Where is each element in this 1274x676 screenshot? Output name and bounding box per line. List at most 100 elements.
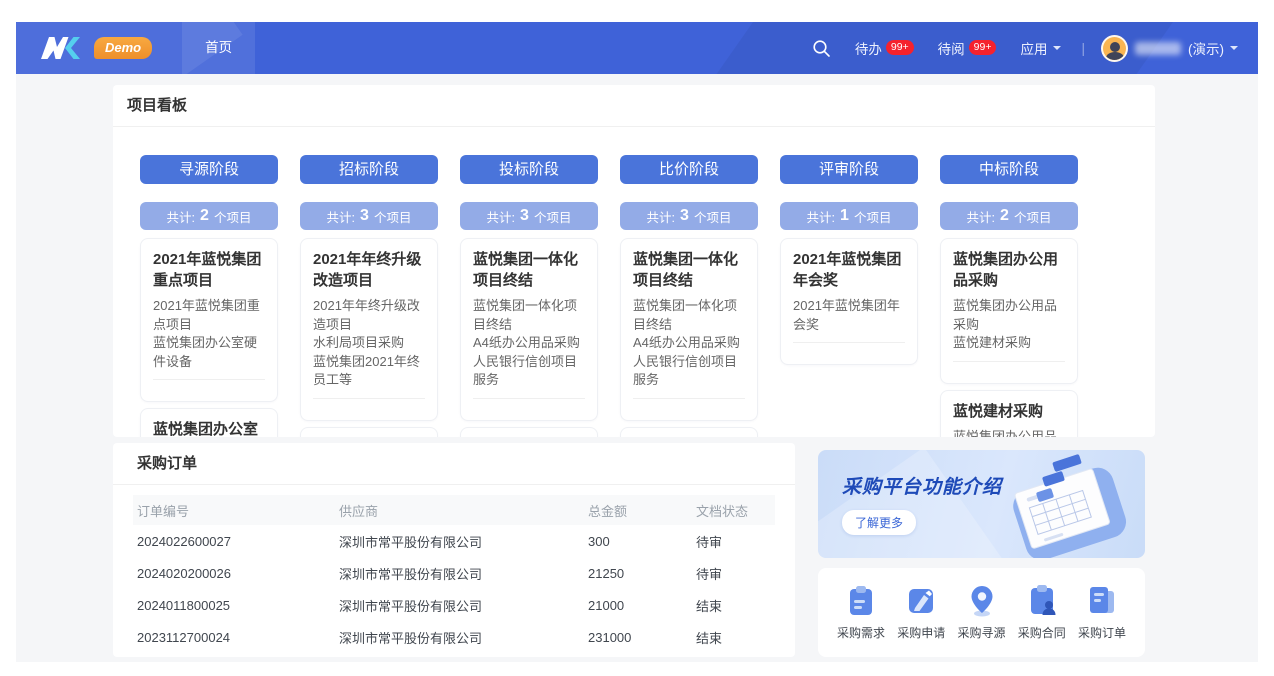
- stage-button[interactable]: 投标阶段: [460, 155, 598, 184]
- project-card-title: 蓝悦集团一体化项目终结: [473, 249, 585, 291]
- project-card[interactable]: 水利局项目采购: [300, 427, 438, 438]
- project-card[interactable]: 蓝悦集团一体化项目终结 蓝悦集团一体化项目终结 A4纸办公用品采购 人民银行信创…: [620, 238, 758, 421]
- project-card-title: 蓝悦集团办公室硬件设备: [153, 419, 265, 437]
- contract-person-icon: [1024, 583, 1060, 619]
- project-card[interactable]: 2021年年终升级改造项目 2021年年终升级改造项目 水利局项目采购 蓝悦集团…: [300, 238, 438, 421]
- stage-count: 共计:3个项目: [460, 202, 598, 230]
- stage-button[interactable]: 中标阶段: [940, 155, 1078, 184]
- nav-divider: |: [1081, 41, 1085, 56]
- project-board-panel: 项目看板 寻源阶段 共计:2个项目 2021年蓝悦集团重点项目 2021年蓝悦集…: [113, 85, 1155, 437]
- project-card-desc: 蓝悦集团办公用品采购: [953, 428, 1065, 438]
- kanban-column-price-compare: 比价阶段 共计:3个项目 蓝悦集团一体化项目终结 蓝悦集团一体化项目终结 A4纸…: [620, 127, 758, 437]
- order-status: 结束: [696, 628, 775, 647]
- tab-home[interactable]: 首页: [182, 22, 255, 74]
- project-card[interactable]: 蓝悦集团办公室硬件设备: [140, 408, 278, 437]
- stage-button[interactable]: 招标阶段: [300, 155, 438, 184]
- edit-square-icon: [903, 583, 939, 619]
- quick-link-contract[interactable]: 采购合同: [1013, 583, 1071, 641]
- project-card-desc: 蓝悦集团一体化项目终结 A4纸办公用品采购 人民银行信创项目服务: [633, 297, 745, 390]
- project-card[interactable]: 蓝悦建材采购 蓝悦集团办公用品采购: [940, 390, 1078, 438]
- quick-link-demand[interactable]: 采购需求: [832, 583, 890, 641]
- card-list: 2021年年终升级改造项目 2021年年终升级改造项目 水利局项目采购 蓝悦集团…: [300, 238, 438, 437]
- project-card[interactable]: 2021年蓝悦集团年会奖 2021年蓝悦集团年会奖: [780, 238, 918, 365]
- orders-table: 订单编号 供应商 总金额 文档状态 2024022600027 深圳市常平股份有…: [113, 485, 795, 653]
- project-card[interactable]: 蓝悦集团一体化项目终结 蓝悦集团一体化项目终结 A4纸办公用品采购 人民银行信创…: [460, 238, 598, 421]
- purchase-orders-panel: 采购订单 订单编号 供应商 总金额 文档状态 2024022600027 深圳市…: [113, 443, 795, 657]
- card-list: 蓝悦集团一体化项目终结 蓝悦集团一体化项目终结 A4纸办公用品采购 人民银行信创…: [460, 238, 598, 437]
- toread-menu-item[interactable]: 待阅 99+: [938, 38, 997, 58]
- order-amount: 300: [588, 534, 696, 549]
- quick-link-label: 采购申请: [897, 624, 945, 641]
- location-pin-icon: [964, 583, 1000, 619]
- apps-label: 应用: [1020, 38, 1047, 58]
- card-list: 2021年蓝悦集团年会奖 2021年蓝悦集团年会奖: [780, 238, 918, 365]
- learn-more-button[interactable]: 了解更多: [842, 510, 916, 535]
- apps-menu-item[interactable]: 应用: [1020, 38, 1061, 58]
- project-card[interactable]: A4纸办公用品采购: [620, 427, 758, 438]
- quick-link-label: 采购寻源: [957, 624, 1005, 641]
- toread-label: 待阅: [938, 38, 965, 58]
- stage-count: 共计:2个项目: [140, 202, 278, 230]
- order-amount: 231000: [588, 630, 696, 645]
- col-header-order-no: 订单编号: [137, 501, 339, 520]
- kanban-column-bid-submit: 投标阶段 共计:3个项目 蓝悦集团一体化项目终结 蓝悦集团一体化项目终结 A4纸…: [460, 127, 598, 437]
- todo-menu-item[interactable]: 待办 99+: [855, 38, 914, 58]
- todo-label: 待办: [855, 38, 882, 58]
- card-divider: [473, 398, 585, 410]
- project-card[interactable]: 2021年蓝悦集团重点项目 2021年蓝悦集团重点项目 蓝悦集团办公室硬件设备: [140, 238, 278, 402]
- mk-logo-icon: [40, 35, 86, 61]
- tablet-illustration-icon: [991, 452, 1141, 558]
- stage-count: 共计:3个项目: [300, 202, 438, 230]
- todo-count-badge: 99+: [886, 40, 914, 55]
- card-list: 蓝悦集团办公用品采购 蓝悦集团办公用品采购 蓝悦建材采购 蓝悦建材采购 蓝悦集团…: [940, 238, 1078, 437]
- order-no: 2023112700024: [137, 630, 339, 645]
- card-divider: [153, 379, 265, 391]
- avatar: [1101, 35, 1128, 62]
- chevron-down-icon: [1230, 46, 1238, 54]
- project-card-desc: 2021年年终升级改造项目 水利局项目采购 蓝悦集团2021年终员工等: [313, 297, 425, 390]
- project-card-title: 2021年蓝悦集团年会奖: [793, 249, 905, 291]
- project-card-title: 2021年年终升级改造项目: [313, 249, 425, 291]
- table-row[interactable]: 2024022600027 深圳市常平股份有限公司 300 待审: [133, 525, 775, 557]
- card-list: 2021年蓝悦集团重点项目 2021年蓝悦集团重点项目 蓝悦集团办公室硬件设备 …: [140, 238, 278, 437]
- project-card[interactable]: 蓝悦集团办公用品采购 蓝悦集团办公用品采购 蓝悦建材采购: [940, 238, 1078, 384]
- order-status: 待审: [696, 564, 775, 583]
- stage-button[interactable]: 寻源阶段: [140, 155, 278, 184]
- project-card[interactable]: A4纸办公用品采购: [460, 427, 598, 438]
- kanban-column-review: 评审阶段 共计:1个项目 2021年蓝悦集团年会奖 2021年蓝悦集团年会奖: [780, 127, 918, 437]
- quick-link-order[interactable]: 采购订单: [1073, 583, 1131, 641]
- project-board-title: 项目看板: [113, 85, 1155, 127]
- project-card-desc: 2021年蓝悦集团年会奖: [793, 297, 905, 334]
- user-menu[interactable]: (演示): [1101, 35, 1238, 62]
- orders-table-body: 2024022600027 深圳市常平股份有限公司 300 待审 2024020…: [133, 525, 775, 653]
- stage-button[interactable]: 比价阶段: [620, 155, 758, 184]
- order-amount: 21000: [588, 598, 696, 613]
- table-row[interactable]: 2023112700024 深圳市常平股份有限公司 231000 结束: [133, 621, 775, 653]
- quick-link-label: 采购合同: [1018, 624, 1066, 641]
- stage-count: 共计:3个项目: [620, 202, 758, 230]
- app-logo[interactable]: Demo: [16, 35, 152, 61]
- project-card-title: 蓝悦建材采购: [953, 401, 1065, 422]
- quick-link-apply[interactable]: 采购申请: [892, 583, 950, 641]
- table-row[interactable]: 2024011800025 深圳市常平股份有限公司 21000 结束: [133, 589, 775, 621]
- quick-link-label: 采购订单: [1078, 624, 1126, 641]
- project-card-title: 蓝悦集团一体化项目终结: [633, 249, 745, 291]
- quick-link-sourcing[interactable]: 采购寻源: [953, 583, 1011, 641]
- clipboard-list-icon: [843, 583, 879, 619]
- orders-table-header: 订单编号 供应商 总金额 文档状态: [133, 495, 775, 525]
- stage-button[interactable]: 评审阶段: [780, 155, 918, 184]
- search-icon[interactable]: [812, 39, 831, 58]
- order-supplier: 深圳市常平股份有限公司: [339, 532, 588, 551]
- purchase-orders-title: 采购订单: [113, 443, 795, 485]
- order-no: 2024022600027: [137, 534, 339, 549]
- card-divider: [313, 398, 425, 410]
- page: Demo 首页 待办 99+ 待阅 99+ 应用 |: [0, 0, 1274, 676]
- demo-badge: Demo: [94, 37, 152, 59]
- order-no: 2024020200026: [137, 566, 339, 581]
- quick-link-label: 采购需求: [837, 624, 885, 641]
- promo-banner[interactable]: 采购平台功能介绍 了解更多: [818, 450, 1145, 558]
- table-row[interactable]: 2024020200026 深圳市常平股份有限公司 21250 待审: [133, 557, 775, 589]
- stage-count: 共计:2个项目: [940, 202, 1078, 230]
- project-card-title: 2021年蓝悦集团重点项目: [153, 249, 265, 291]
- nav-right-cluster: 待办 99+ 待阅 99+ 应用 | (演示): [812, 35, 1258, 62]
